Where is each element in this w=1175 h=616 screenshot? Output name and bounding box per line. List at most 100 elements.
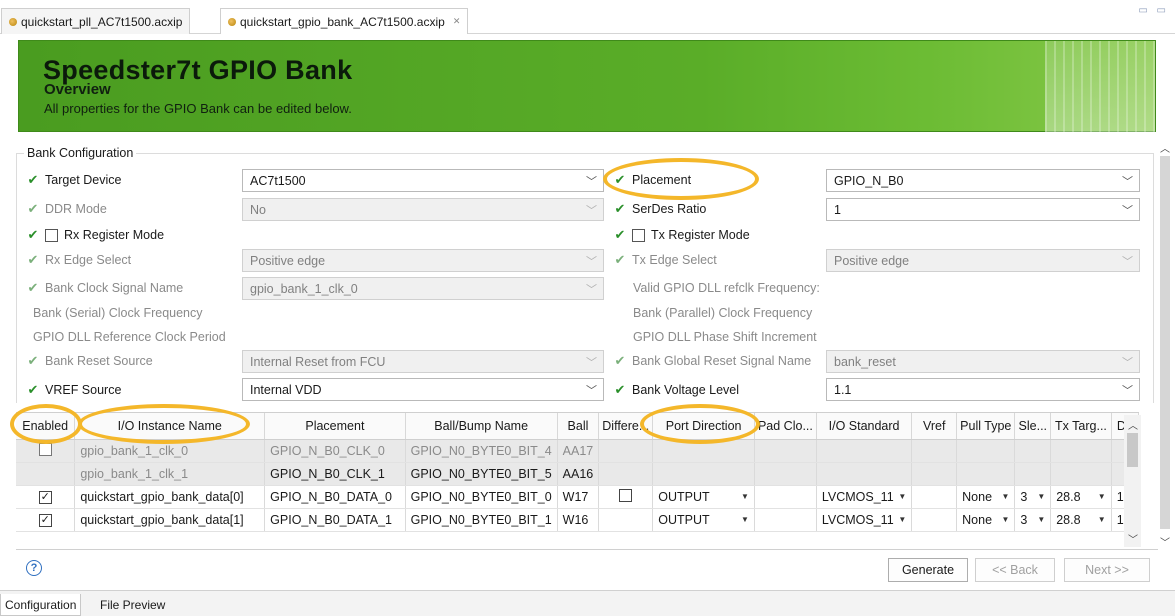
io-instance-name-cell[interactable]: quickstart_gpio_bank_data[1] [74,508,266,532]
table-row[interactable]: quickstart_gpio_bank_data[1] GPIO_N_B0_D… [16,508,1139,532]
chevron-down-icon: ﹀ [586,357,597,369]
valid-check-icon: ✔ [614,382,626,397]
column-header-io-instance-name[interactable]: I/O Instance Name [74,413,266,440]
table-row[interactable]: gpio_bank_1_clk_0 GPIO_N_B0_CLK_0 GPIO_N… [16,439,1139,463]
ball-cell: AA17 [557,439,600,463]
serdes-ratio-select[interactable]: 1 ﹀ [826,198,1140,221]
ddr-mode-label: ✔ DDR Mode [27,198,107,220]
banner-decoration [1045,41,1155,133]
pad-clock-cell [754,485,817,509]
pad-clock-cell [754,439,817,463]
table-row[interactable]: quickstart_gpio_bank_data[0] GPIO_N_B0_D… [16,485,1139,509]
chevron-down-icon: ﹀ [1122,385,1133,397]
select-value: 1 [834,202,841,217]
column-header-placement[interactable]: Placement [264,413,406,440]
tx-target-cell[interactable]: 28.8 ▼ [1050,508,1112,532]
slew-cell[interactable]: 3 ▼ [1014,508,1052,532]
bank-voltage-level-select[interactable]: 1.1 ﹀ [826,378,1140,401]
io-standard-cell[interactable]: LVCMOS_11 ▼ [816,508,913,532]
editor-tab-gpio-bank[interactable]: quickstart_gpio_bank_AC7t1500.acxip ✕ [220,8,469,34]
column-header-port-direction[interactable]: Port Direction [652,413,755,440]
enabled-cell[interactable] [16,485,76,509]
column-header-enabled[interactable]: Enabled [16,413,76,440]
tx-target-cell [1050,439,1112,463]
column-header-slew[interactable]: Sle... [1014,413,1052,440]
dropdown-arrow-icon: ▼ [741,492,749,501]
tab-file-preview[interactable]: File Preview [96,594,169,616]
column-header-vref[interactable]: Vref [911,413,958,440]
scrollbar-thumb[interactable] [1160,156,1170,529]
vref-source-select[interactable]: Internal VDD ﹀ [242,378,604,401]
io-instance-name-cell[interactable]: quickstart_gpio_bank_data[0] [74,485,266,509]
minimize-maximize-icon[interactable]: ▭ ▭ [1138,5,1169,16]
tab-configuration[interactable]: Configuration [0,594,82,616]
ddr-mode-select[interactable]: No ﹀ [242,198,604,221]
next-button[interactable]: Next >> [1064,558,1150,582]
enabled-cell[interactable] [16,439,76,463]
differential-checkbox[interactable] [619,488,633,502]
port-direction-cell[interactable]: OUTPUT ▼ [652,508,755,532]
valid-check-icon: ✔ [27,201,39,216]
generate-button[interactable]: Generate [888,558,968,582]
differential-cell[interactable] [598,485,654,509]
scroll-down-icon[interactable]: ﹀ [1160,534,1170,549]
scrollbar-thumb[interactable] [1127,433,1138,467]
tx-edge-select-label: ✔ Tx Edge Select [614,249,717,271]
column-header-pull-type[interactable]: Pull Type [956,413,1016,440]
rx-edge-select-label: ✔ Rx Edge Select [27,249,132,271]
enabled-checkbox[interactable] [38,514,52,527]
vref-cell [911,485,958,509]
target-device-select[interactable]: AC7t1500 ﹀ [242,169,604,192]
label-text: Bank Reset Source [45,354,153,368]
pull-type-cell[interactable]: None ▼ [956,508,1016,532]
slew-cell[interactable]: 3 ▼ [1014,485,1052,509]
editor-tab-label: quickstart_pll_AC7t1500.acxip [21,14,183,29]
back-button[interactable]: << Back [975,558,1055,582]
bank-parallel-clock-freq-label: Bank (Parallel) Clock Frequency [633,306,813,320]
tx-target-cell [1050,462,1112,486]
scroll-up-icon[interactable]: ︿ [1128,417,1138,432]
placement-select[interactable]: GPIO_N_B0 ﹀ [826,169,1140,192]
port-direction-cell[interactable]: OUTPUT ▼ [652,485,755,509]
enabled-cell[interactable] [16,508,76,532]
rx-register-mode-checkbox[interactable] [45,228,58,242]
enabled-checkbox[interactable] [38,491,52,504]
column-header-pad-clock[interactable]: Pad Clo... [754,413,817,440]
valid-check-icon: ✔ [614,201,626,216]
io-standard-cell[interactable]: LVCMOS_11 ▼ [816,485,913,509]
column-header-io-standard[interactable]: I/O Standard [816,413,913,440]
column-header-ball-bump-name[interactable]: Ball/Bump Name [405,413,558,440]
tx-target-cell[interactable]: 28.8 ▼ [1050,485,1112,509]
help-icon[interactable]: ? [26,560,42,576]
pull-type-value: None [962,512,993,527]
bank-reset-source-label: ✔ Bank Reset Source [27,350,153,372]
placement-cell: GPIO_N_B0_DATA_0 [264,485,406,509]
placement-cell: GPIO_N_B0_CLK_1 [264,462,406,486]
column-header-ball[interactable]: Ball [557,413,600,440]
ball-bump-name-cell: GPIO_N0_BYTE0_BIT_0 [405,485,558,509]
label-text: Target Device [45,173,122,187]
table-row[interactable]: gpio_bank_1_clk_1 GPIO_N_B0_CLK_1 GPIO_N… [16,462,1139,486]
bank-clock-signal-select[interactable]: gpio_bank_1_clk_0 ﹀ [242,277,604,300]
port-direction-cell [652,462,755,486]
scroll-up-icon[interactable]: ︿ [1160,140,1170,155]
target-device-label: ✔ Target Device [27,169,122,191]
table-vertical-scrollbar[interactable]: ︿ ﹀ [1124,415,1141,547]
column-header-differential[interactable]: Differe... [598,413,654,440]
tx-register-mode-checkbox[interactable] [632,228,645,242]
tx-edge-select[interactable]: Positive edge ﹀ [826,249,1140,272]
label-text: Bank Clock Signal Name [45,281,184,295]
column-header-tx-target[interactable]: Tx Targ... [1050,413,1112,440]
editor-tab-pll[interactable]: quickstart_pll_AC7t1500.acxip [1,8,191,34]
rx-edge-select[interactable]: Positive edge ﹀ [242,249,604,272]
pull-type-cell[interactable]: None ▼ [956,485,1016,509]
scroll-down-icon[interactable]: ﹀ [1128,531,1138,546]
bank-reset-source-select[interactable]: Internal Reset from FCU ﹀ [242,350,604,373]
close-tab-icon[interactable]: ✕ [453,16,461,27]
page-vertical-scrollbar[interactable]: ︿ ﹀ [1158,140,1172,549]
io-instance-name-cell: gpio_bank_1_clk_0 [74,439,266,463]
ip-file-icon [9,17,17,26]
chevron-down-icon: ﹀ [586,205,597,217]
bank-global-reset-select[interactable]: bank_reset ﹀ [826,350,1140,373]
enabled-checkbox[interactable] [38,442,52,456]
